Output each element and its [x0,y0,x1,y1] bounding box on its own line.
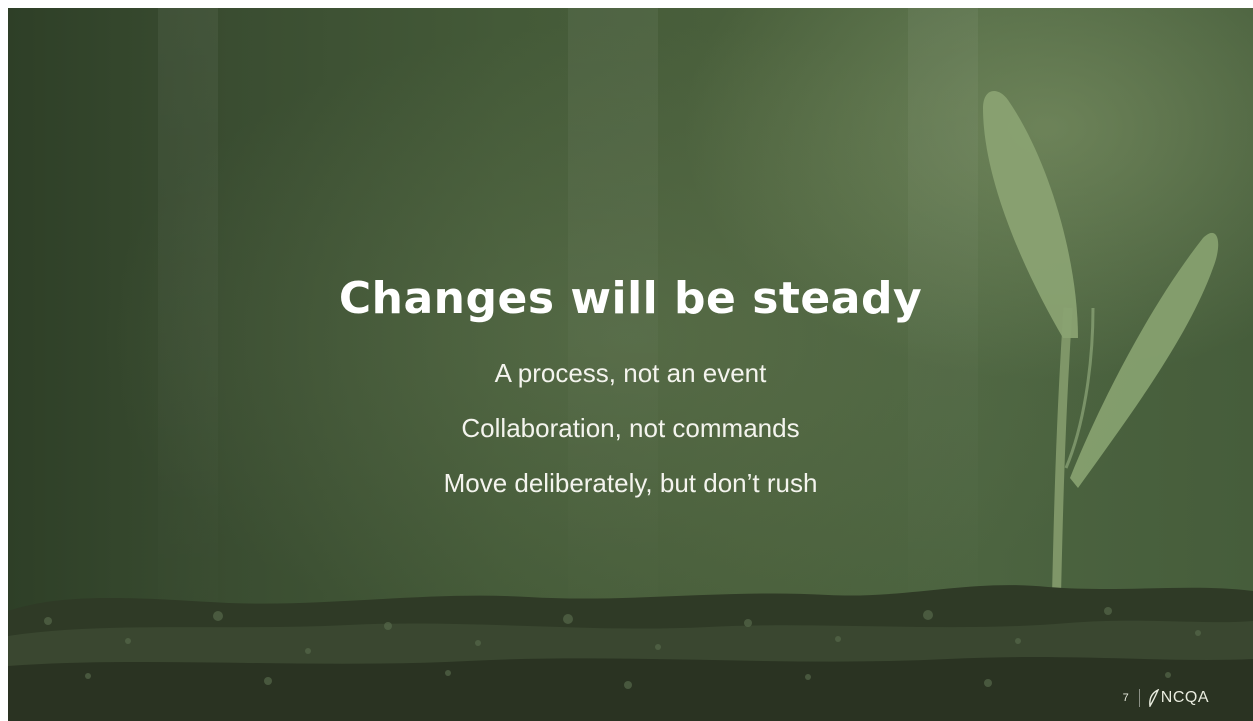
soil-image [8,585,1253,721]
bullet-list: A process, not an event Collaboration, n… [8,356,1253,521]
slide: Changes will be steady A process, not an… [8,8,1253,721]
slide-footer: 7 NCQA [1123,689,1209,707]
logo-text: NCQA [1160,689,1209,706]
bullet-item: A process, not an event [494,358,767,388]
ncqa-logo: NCQA [1148,689,1209,707]
page-number: 7 [1122,692,1129,704]
bullet-item: Move deliberately, but don’t rush [443,468,818,498]
footer-divider [1138,689,1140,707]
bullet-item: Collaboration, not commands [461,413,800,443]
leaf-logo-icon [1148,689,1159,707]
slide-title: Changes will be steady [338,273,923,324]
